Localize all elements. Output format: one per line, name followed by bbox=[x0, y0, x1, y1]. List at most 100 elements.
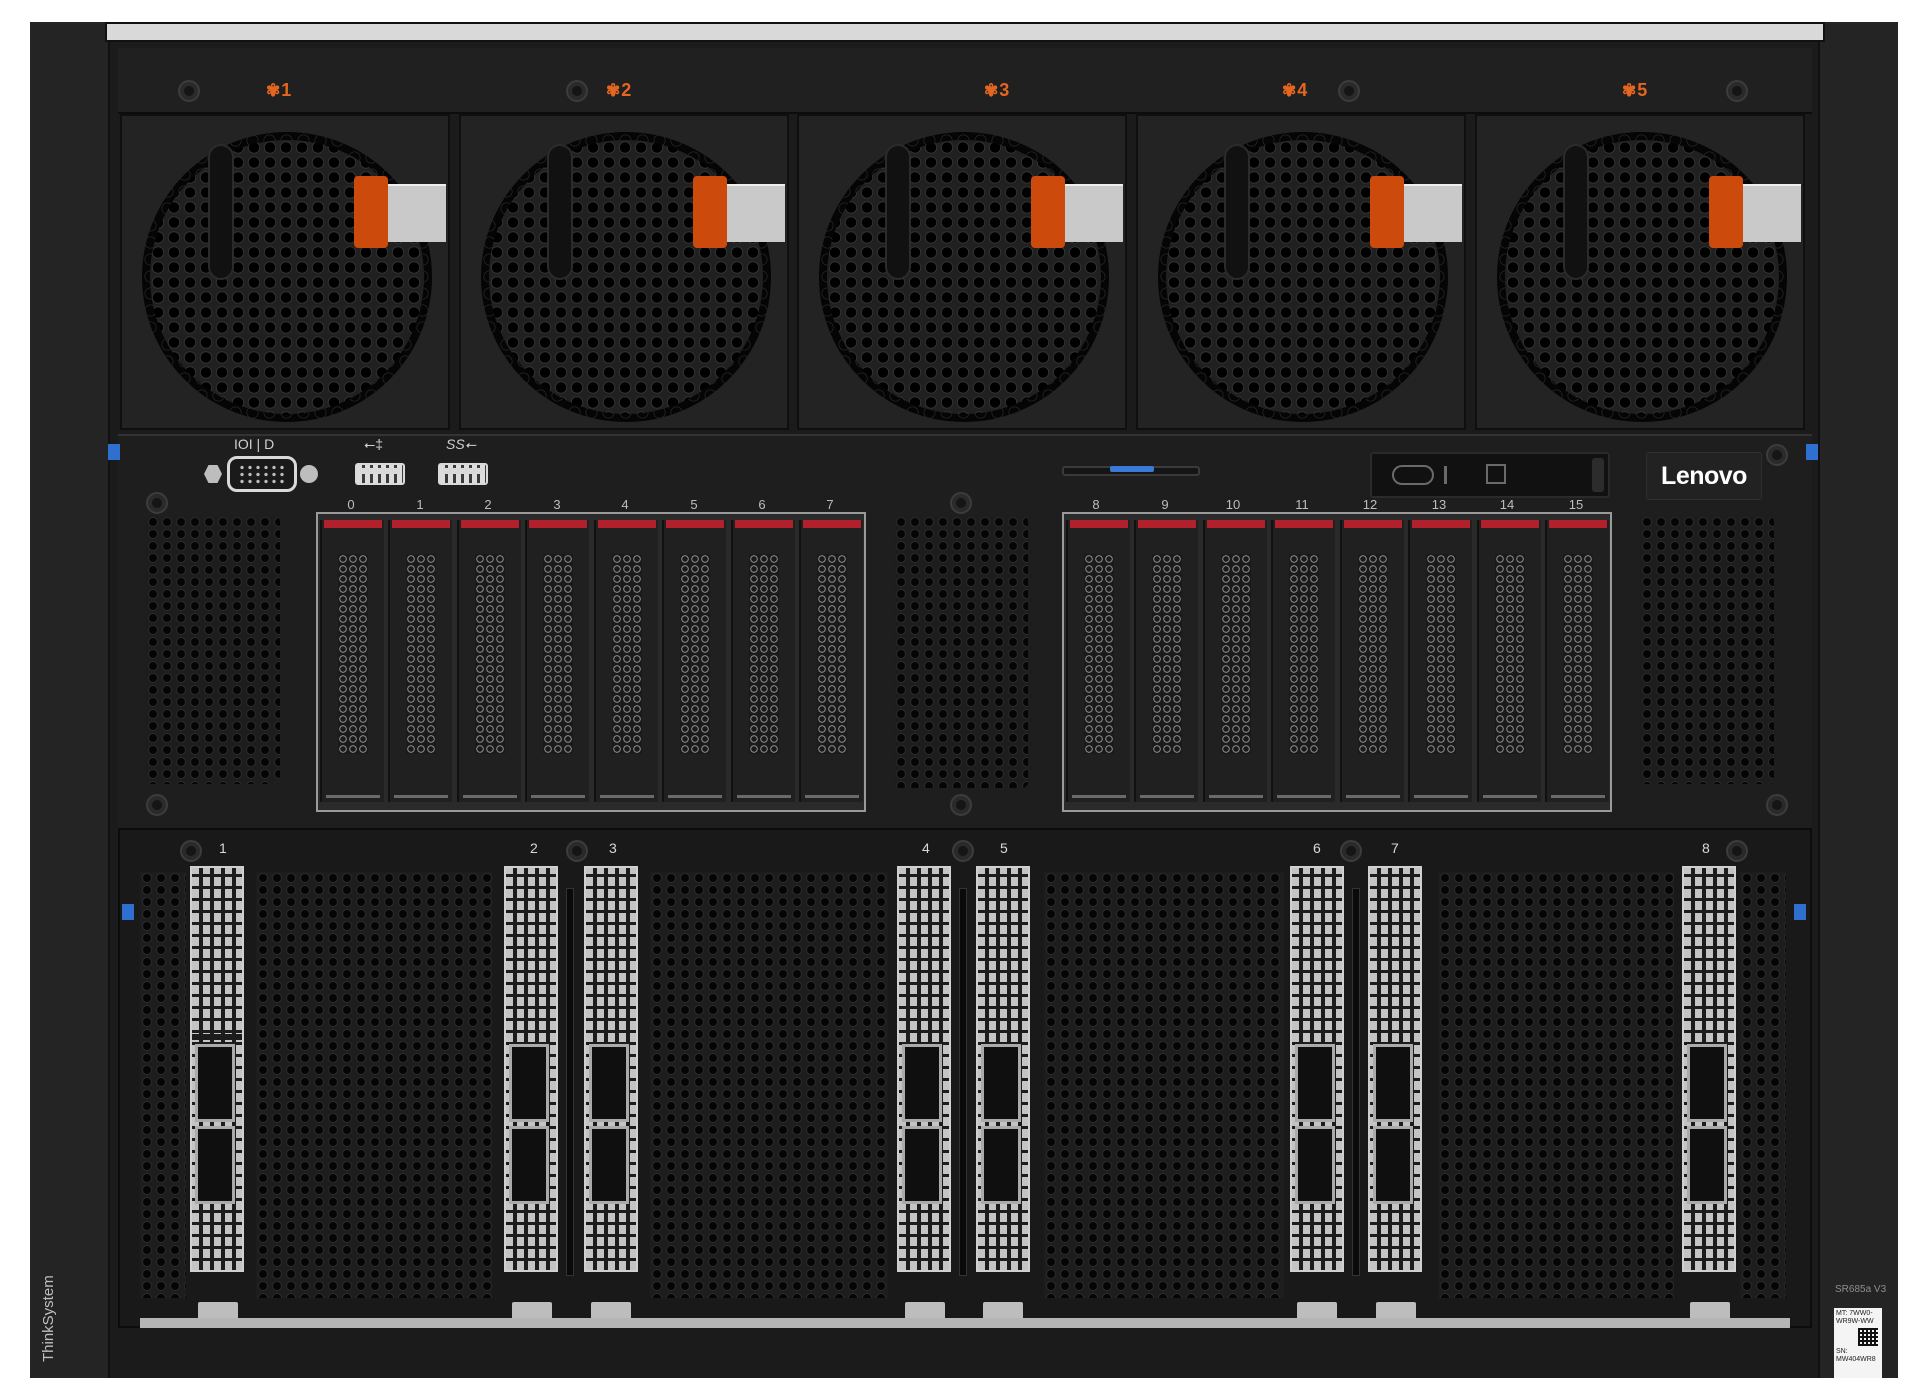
card-divider bbox=[192, 1034, 242, 1040]
drive-bay[interactable] bbox=[594, 520, 658, 802]
fan-module-4[interactable] bbox=[1136, 114, 1466, 430]
top-cover-edge bbox=[105, 22, 1825, 42]
drive-release-tab[interactable] bbox=[392, 520, 450, 528]
drive-release-tab[interactable] bbox=[1481, 520, 1539, 528]
drive-vent bbox=[1084, 554, 1114, 754]
vga-port[interactable] bbox=[227, 456, 297, 492]
qsfp-port[interactable] bbox=[902, 1126, 942, 1204]
fan-number-1: ✾1 bbox=[266, 80, 292, 100]
release-tab-left[interactable] bbox=[108, 444, 120, 460]
drive-release-tab[interactable] bbox=[529, 520, 587, 528]
fan-release-latch[interactable] bbox=[1370, 176, 1404, 248]
qsfp-port[interactable] bbox=[509, 1044, 549, 1122]
qsfp-port[interactable] bbox=[509, 1126, 549, 1204]
release-tab-right-lower[interactable] bbox=[1794, 904, 1806, 920]
pcie-network-card-1[interactable] bbox=[190, 866, 244, 1272]
drive-bay-number: 12 bbox=[1362, 497, 1378, 512]
qsfp-port[interactable] bbox=[1373, 1126, 1413, 1204]
drive-bay[interactable] bbox=[457, 520, 521, 802]
pcie-slot-number: 2 bbox=[530, 840, 538, 856]
pcie-network-card-6[interactable] bbox=[1290, 866, 1344, 1272]
fan-module-5[interactable] bbox=[1475, 114, 1805, 430]
drive-release-tab[interactable] bbox=[461, 520, 519, 528]
drive-bay[interactable] bbox=[1340, 520, 1404, 802]
drive-bay[interactable] bbox=[388, 520, 452, 802]
drive-bay[interactable] bbox=[1408, 520, 1472, 802]
qsfp-port[interactable] bbox=[1295, 1044, 1335, 1122]
fan-handle[interactable] bbox=[887, 146, 909, 278]
qsfp-port[interactable] bbox=[589, 1044, 629, 1122]
drive-bay[interactable] bbox=[731, 520, 795, 802]
pull-out-info-tab[interactable] bbox=[1062, 466, 1200, 476]
pcie-network-card-8[interactable] bbox=[1682, 866, 1736, 1272]
fan-module-3[interactable] bbox=[797, 114, 1127, 430]
drive-bay[interactable] bbox=[662, 520, 726, 802]
drive-release-tab[interactable] bbox=[1275, 520, 1333, 528]
drive-release-tab[interactable] bbox=[1207, 520, 1265, 528]
drive-vent bbox=[1495, 554, 1525, 754]
qsfp-port[interactable] bbox=[1687, 1126, 1727, 1204]
fan-release-latch[interactable] bbox=[693, 176, 727, 248]
drive-bay[interactable] bbox=[799, 520, 863, 802]
pcie-network-card-7[interactable] bbox=[1368, 866, 1422, 1272]
release-tab-right[interactable] bbox=[1806, 444, 1818, 460]
screw-icon bbox=[146, 492, 168, 514]
fan-handle[interactable] bbox=[1565, 146, 1587, 278]
usb3-port[interactable] bbox=[438, 463, 488, 485]
fan-release-latch[interactable] bbox=[1709, 176, 1743, 248]
qsfp-port[interactable] bbox=[195, 1044, 235, 1122]
drive-release-tab[interactable] bbox=[598, 520, 656, 528]
drive-release-tab[interactable] bbox=[324, 520, 382, 528]
drive-bay[interactable] bbox=[1477, 520, 1541, 802]
fan-handle[interactable] bbox=[549, 146, 571, 278]
drive-release-tab[interactable] bbox=[735, 520, 793, 528]
pcie-network-card-5[interactable] bbox=[976, 866, 1030, 1272]
qsfp-port[interactable] bbox=[981, 1126, 1021, 1204]
pcie-network-card-2[interactable] bbox=[504, 866, 558, 1272]
drive-release-tab[interactable] bbox=[803, 520, 861, 528]
drive-release-tab[interactable] bbox=[1549, 520, 1607, 528]
drive-release-tab[interactable] bbox=[1070, 520, 1128, 528]
slot-lever[interactable] bbox=[1352, 888, 1360, 1276]
id-button[interactable] bbox=[1486, 464, 1506, 484]
qsfp-port[interactable] bbox=[902, 1044, 942, 1122]
drive-bay[interactable] bbox=[1271, 520, 1335, 802]
qsfp-port[interactable] bbox=[981, 1044, 1021, 1122]
operator-panel-lever[interactable] bbox=[1592, 458, 1604, 492]
drive-release-tab[interactable] bbox=[1138, 520, 1196, 528]
power-button[interactable] bbox=[1392, 465, 1434, 485]
slot-lever[interactable] bbox=[566, 888, 574, 1276]
drive-bay-number: 3 bbox=[553, 497, 561, 512]
fan-release-latch[interactable] bbox=[1031, 176, 1065, 248]
drive-bay[interactable] bbox=[1203, 520, 1267, 802]
slot-lever[interactable] bbox=[959, 888, 967, 1276]
drive-bay[interactable] bbox=[1134, 520, 1198, 802]
drive-bay[interactable] bbox=[1545, 520, 1609, 802]
fan-release-latch[interactable] bbox=[354, 176, 388, 248]
fan-module-1[interactable] bbox=[120, 114, 450, 430]
fan-handle[interactable] bbox=[1226, 146, 1248, 278]
drive-bay[interactable] bbox=[525, 520, 589, 802]
fan-number-3: ✾3 bbox=[984, 80, 1010, 100]
qsfp-port[interactable] bbox=[1295, 1126, 1335, 1204]
qsfp-port[interactable] bbox=[1373, 1044, 1413, 1122]
drive-release-tab[interactable] bbox=[666, 520, 724, 528]
screw-icon bbox=[178, 80, 200, 102]
drive-bay[interactable] bbox=[320, 520, 384, 802]
drive-foot bbox=[668, 795, 722, 798]
fan-module-2[interactable] bbox=[459, 114, 789, 430]
usb-port-1[interactable] bbox=[355, 463, 405, 485]
fan-handle[interactable] bbox=[210, 146, 232, 278]
pcie-slot-number: 6 bbox=[1313, 840, 1321, 856]
pcie-network-card-4[interactable] bbox=[897, 866, 951, 1272]
qsfp-port[interactable] bbox=[1687, 1044, 1727, 1122]
release-tab-left-lower[interactable] bbox=[122, 904, 134, 920]
drive-release-tab[interactable] bbox=[1412, 520, 1470, 528]
drive-bay-number: 13 bbox=[1431, 497, 1447, 512]
pcie-network-card-3[interactable] bbox=[584, 866, 638, 1272]
drive-release-tab[interactable] bbox=[1344, 520, 1402, 528]
drive-bay[interactable] bbox=[1066, 520, 1130, 802]
fan-icon: ✾ bbox=[266, 81, 281, 100]
qsfp-port[interactable] bbox=[589, 1126, 629, 1204]
qsfp-port[interactable] bbox=[195, 1126, 235, 1204]
